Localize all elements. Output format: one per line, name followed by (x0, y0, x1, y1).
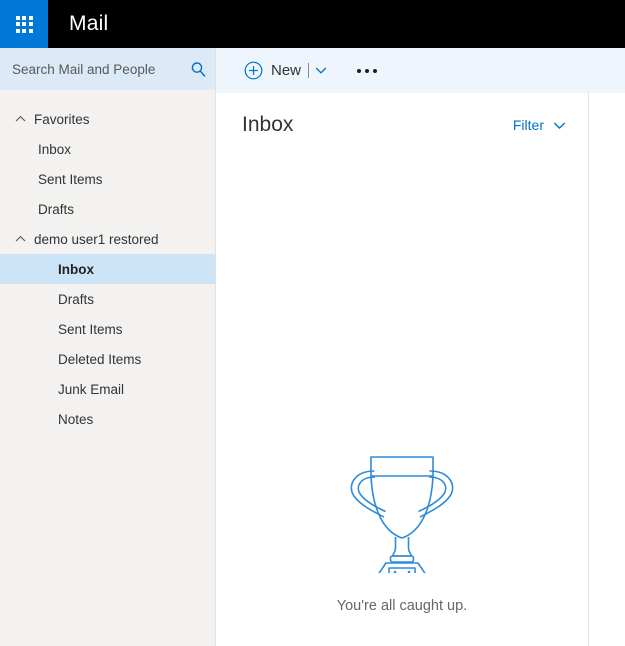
search-icon[interactable] (189, 60, 207, 78)
mail-app-window: Mail Favorites (0, 0, 625, 646)
nav-group-label: demo user1 restored (34, 231, 159, 247)
empty-state: You're all caught up. (216, 448, 588, 614)
filter-button[interactable]: Filter (513, 117, 566, 133)
nav-item-label: Drafts (38, 201, 75, 217)
sidebar-item-junk-email[interactable]: Junk Email (0, 374, 215, 404)
sidebar-item-inbox[interactable]: Inbox (0, 254, 215, 284)
command-bar: New (216, 48, 625, 93)
sidebar-item-notes[interactable]: Notes (0, 404, 215, 434)
nav-item-label: Deleted Items (58, 351, 142, 367)
chevron-up-icon[interactable] (12, 111, 28, 127)
sidebar-item-drafts[interactable]: Drafts (0, 284, 215, 314)
sidebar-item-favorites-sent-items[interactable]: Sent Items (0, 164, 215, 194)
sidebar-item-favorites-drafts[interactable]: Drafts (0, 194, 215, 224)
sidebar-item-deleted-items[interactable]: Deleted Items (0, 344, 215, 374)
nav-group-account[interactable]: demo user1 restored (0, 224, 215, 254)
chevron-down-icon[interactable] (315, 66, 327, 75)
circle-plus-icon (244, 61, 263, 80)
app-title: Mail (69, 12, 109, 35)
nav-item-label: Notes (58, 411, 94, 427)
toolbar-divider (308, 63, 310, 78)
nav-group-favorites[interactable]: Favorites (0, 104, 215, 134)
search-input[interactable] (12, 61, 189, 77)
nav-item-label: Junk Email (58, 381, 125, 397)
sidebar-item-favorites-inbox[interactable]: Inbox (0, 134, 215, 164)
folder-tree: Favorites Inbox Sent Items Drafts demo u… (0, 90, 215, 434)
page-title: Inbox (242, 113, 294, 136)
filter-button-label: Filter (512, 117, 544, 133)
list-header: Inbox Filter (216, 93, 588, 137)
chevron-down-icon (553, 117, 566, 133)
nav-item-label: Sent Items (58, 321, 123, 337)
nav-item-label: Inbox (38, 141, 72, 157)
suite-bar: Mail (0, 0, 625, 48)
search-box[interactable] (0, 48, 215, 90)
nav-item-label: Drafts (58, 291, 95, 307)
left-navigation-rail: Favorites Inbox Sent Items Drafts demo u… (0, 48, 216, 646)
nav-group-label: Favorites (34, 111, 90, 127)
nav-item-label: Inbox (58, 261, 94, 277)
sidebar-item-sent-items[interactable]: Sent Items (0, 314, 215, 344)
chevron-up-icon[interactable] (12, 231, 28, 247)
ellipsis-icon[interactable] (351, 58, 383, 84)
empty-state-message: You're all caught up. (336, 598, 468, 614)
message-list-pane: Inbox Filter You're all caught up. (216, 93, 589, 646)
waffle-grid (15, 15, 33, 33)
nav-item-label: Sent Items (38, 171, 103, 187)
app-launcher-waffle-icon[interactable] (0, 0, 48, 48)
trophy-icon (342, 448, 462, 589)
new-button[interactable]: New (244, 56, 301, 86)
new-button-label: New (271, 62, 302, 79)
reading-pane (590, 93, 625, 646)
